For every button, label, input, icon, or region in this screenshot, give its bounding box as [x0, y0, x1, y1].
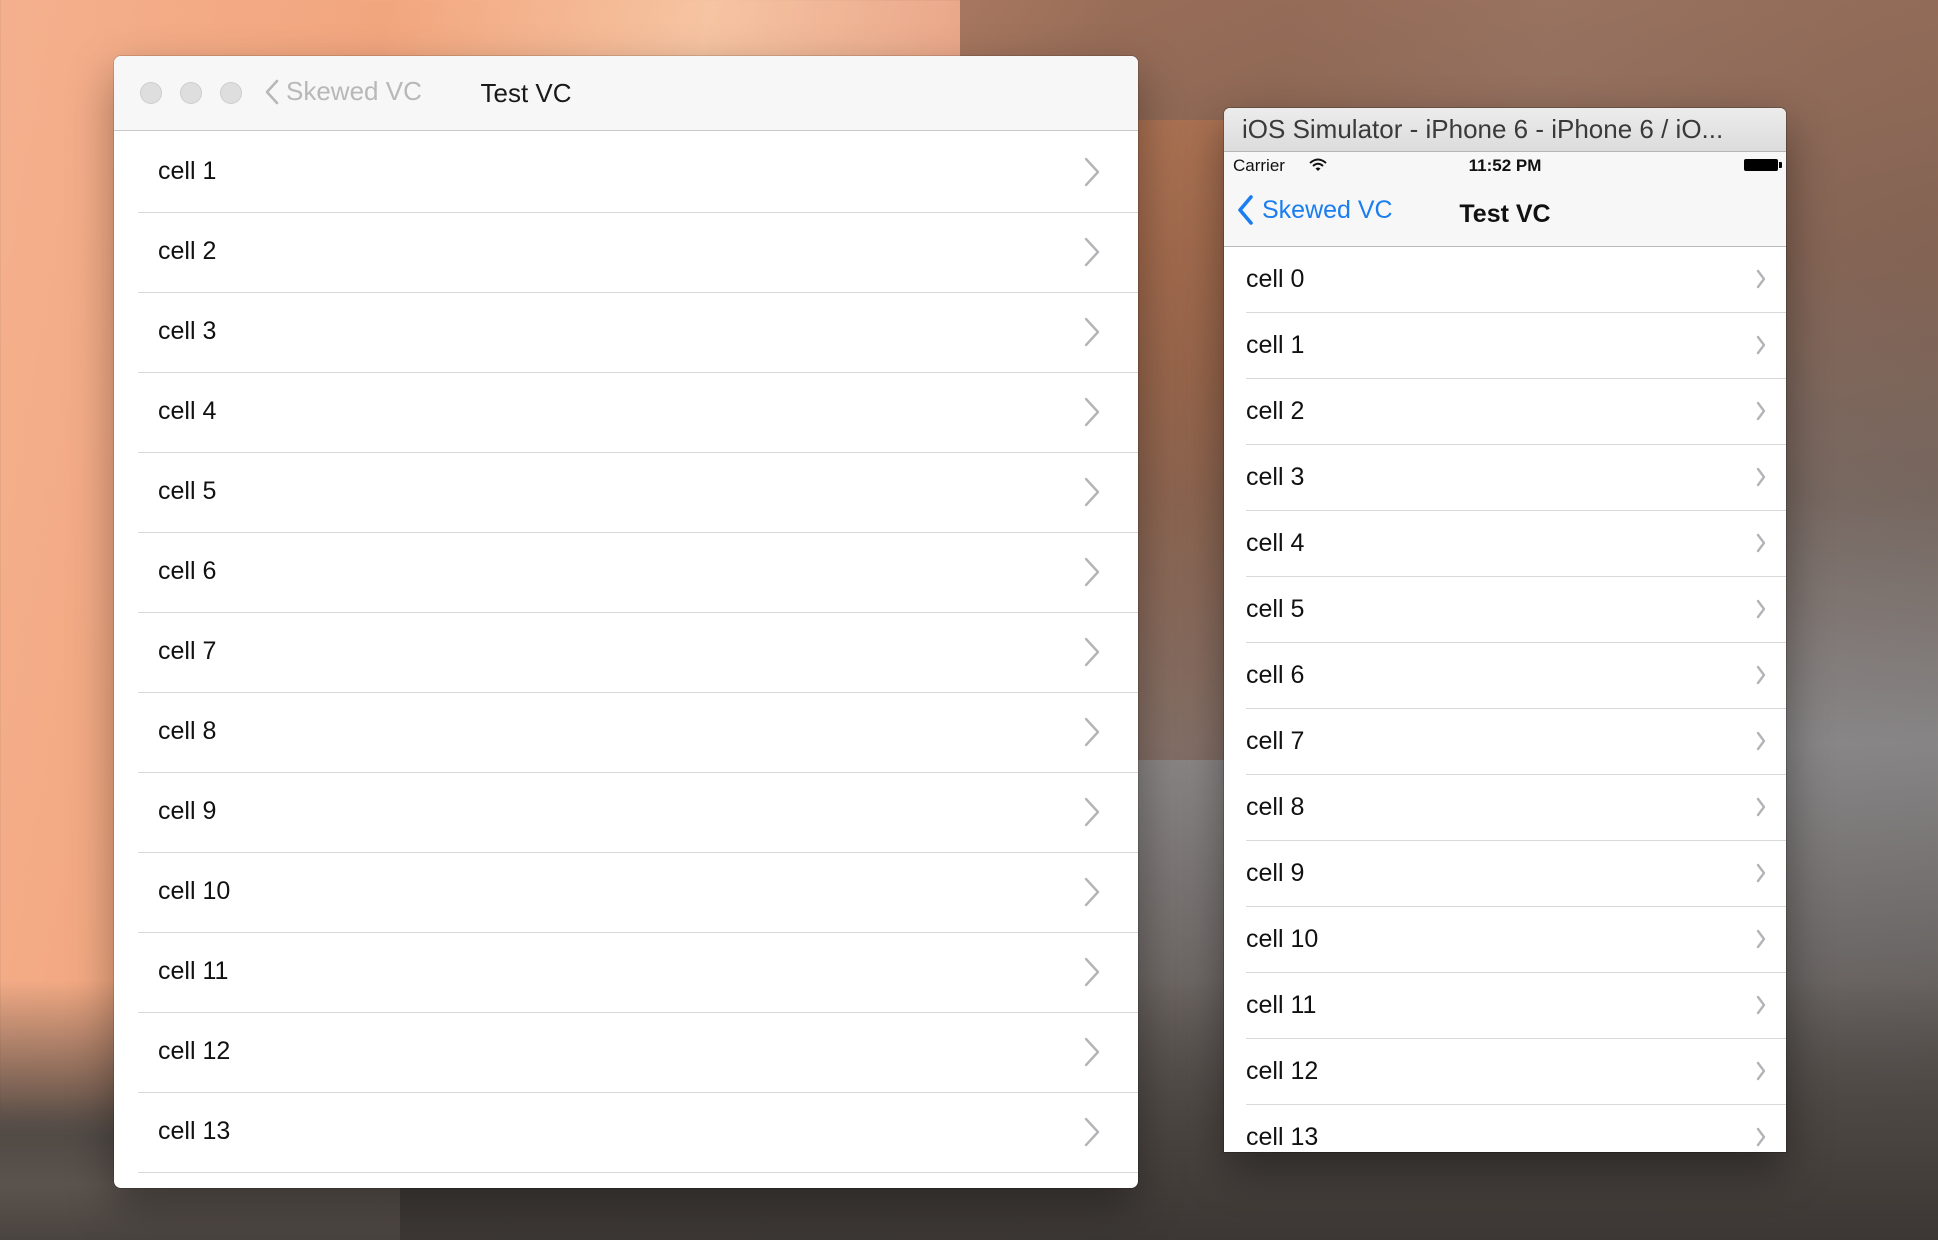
- simulator-window-title[interactable]: iOS Simulator - iPhone 6 - iPhone 6 / iO…: [1224, 108, 1786, 152]
- status-bar: Carrier 11:52 PM: [1224, 152, 1786, 180]
- disclosure-chevron-icon: [1084, 317, 1100, 347]
- disclosure-chevron-icon: [1084, 797, 1100, 827]
- table-row[interactable]: cell 10: [1246, 907, 1786, 973]
- disclosure-chevron-icon: [1084, 1037, 1100, 1067]
- cell-label: cell 0: [1246, 265, 1305, 293]
- ios-simulator-window: iOS Simulator - iPhone 6 - iPhone 6 / iO…: [1224, 108, 1786, 1152]
- table-row[interactable]: cell 4: [138, 373, 1138, 453]
- disclosure-chevron-icon: [1756, 467, 1766, 487]
- cell-label: cell 8: [158, 717, 217, 745]
- cell-label: cell 2: [1246, 397, 1305, 425]
- table-row[interactable]: cell 7: [138, 613, 1138, 693]
- cell-label: cell 10: [1246, 925, 1319, 953]
- cell-label: cell 1: [158, 157, 217, 185]
- table-view[interactable]: cell 1 cell 2 cell 3 cell 4 cell 5 cell 6 cell…: [114, 133, 1138, 1173]
- table-row[interactable]: cell 0: [1246, 247, 1786, 313]
- disclosure-chevron-icon: [1756, 665, 1766, 685]
- table-view[interactable]: cell 0 cell 1 cell 2 cell 3 cell 4 cell 5 cell…: [1224, 247, 1786, 1152]
- table-row[interactable]: cell 4: [1246, 511, 1786, 577]
- table-row[interactable]: cell 8: [138, 693, 1138, 773]
- cell-label: cell 11: [1246, 991, 1317, 1019]
- cell-label: cell 7: [158, 637, 217, 665]
- disclosure-chevron-icon: [1756, 995, 1766, 1015]
- disclosure-chevron-icon: [1756, 335, 1766, 355]
- cell-label: cell 13: [158, 1117, 231, 1145]
- disclosure-chevron-icon: [1756, 401, 1766, 421]
- disclosure-chevron-icon: [1756, 599, 1766, 619]
- cell-label: cell 5: [158, 477, 217, 505]
- window-title: Test VC: [480, 78, 572, 108]
- cell-label: cell 9: [1246, 859, 1305, 887]
- disclosure-chevron-icon: [1084, 397, 1100, 427]
- navigation-bar: Skewed VC Test VC: [1224, 180, 1786, 247]
- window-titlebar: Skewed VC Test VC: [114, 56, 1138, 131]
- table-row[interactable]: cell 11: [1246, 973, 1786, 1039]
- cell-label: cell 4: [1246, 529, 1305, 557]
- disclosure-chevron-icon: [1084, 477, 1100, 507]
- disclosure-chevron-icon: [1084, 637, 1100, 667]
- table-row[interactable]: cell 6: [138, 533, 1138, 613]
- cell-label: cell 4: [158, 397, 217, 425]
- table-row[interactable]: cell 11: [138, 933, 1138, 1013]
- table-row[interactable]: cell 5: [138, 453, 1138, 533]
- nav-title: Test VC: [1459, 200, 1551, 228]
- cell-label: cell 9: [158, 797, 217, 825]
- cell-label: cell 6: [1246, 661, 1305, 689]
- test-vc-window: Skewed VC Test VC cell 1 cell 2 cell 3 cell…: [114, 56, 1138, 1188]
- table-row[interactable]: cell 3: [1246, 445, 1786, 511]
- disclosure-chevron-icon: [1084, 557, 1100, 587]
- table-row[interactable]: cell 9: [1246, 841, 1786, 907]
- cell-label: cell 12: [158, 1037, 231, 1065]
- cell-label: cell 6: [158, 557, 217, 585]
- table-row[interactable]: cell 12: [1246, 1039, 1786, 1105]
- cell-label: cell 10: [158, 877, 231, 905]
- cell-label: cell 11: [158, 957, 229, 985]
- cell-label: cell 7: [1246, 727, 1305, 755]
- cell-label: cell 3: [1246, 463, 1305, 491]
- disclosure-chevron-icon: [1756, 863, 1766, 883]
- disclosure-chevron-icon: [1756, 269, 1766, 289]
- disclosure-chevron-icon: [1084, 877, 1100, 907]
- table-row[interactable]: cell 10: [138, 853, 1138, 933]
- disclosure-chevron-icon: [1756, 929, 1766, 949]
- cell-label: cell 12: [1246, 1057, 1319, 1085]
- cell-label: cell 13: [1246, 1123, 1319, 1151]
- disclosure-chevron-icon: [1756, 1061, 1766, 1081]
- disclosure-chevron-icon: [1756, 731, 1766, 751]
- table-row[interactable]: cell 13: [1246, 1105, 1786, 1152]
- cell-label: cell 8: [1246, 793, 1305, 821]
- cell-label: cell 1: [1246, 331, 1305, 359]
- table-row[interactable]: cell 12: [138, 1013, 1138, 1093]
- disclosure-chevron-icon: [1084, 157, 1100, 187]
- table-row[interactable]: cell 6: [1246, 643, 1786, 709]
- table-row[interactable]: cell 8: [1246, 775, 1786, 841]
- cell-label: cell 3: [158, 317, 217, 345]
- disclosure-chevron-icon: [1756, 797, 1766, 817]
- table-row[interactable]: cell 13: [138, 1093, 1138, 1173]
- cell-label: cell 5: [1246, 595, 1305, 623]
- disclosure-chevron-icon: [1756, 1127, 1766, 1147]
- table-row[interactable]: cell 1: [138, 133, 1138, 213]
- table-row[interactable]: cell 5: [1246, 577, 1786, 643]
- disclosure-chevron-icon: [1084, 1117, 1100, 1147]
- disclosure-chevron-icon: [1084, 237, 1100, 267]
- table-row[interactable]: cell 2: [1246, 379, 1786, 445]
- battery-icon: [1744, 159, 1782, 171]
- disclosure-chevron-icon: [1084, 957, 1100, 987]
- status-time: 11:52 PM: [1468, 156, 1542, 175]
- cell-label: cell 2: [158, 237, 217, 265]
- disclosure-chevron-icon: [1756, 533, 1766, 553]
- table-row[interactable]: cell 7: [1246, 709, 1786, 775]
- disclosure-chevron-icon: [1084, 717, 1100, 747]
- table-row[interactable]: cell 9: [138, 773, 1138, 853]
- table-row[interactable]: cell 3: [138, 293, 1138, 373]
- table-row[interactable]: cell 2: [138, 213, 1138, 293]
- table-row[interactable]: cell 1: [1246, 313, 1786, 379]
